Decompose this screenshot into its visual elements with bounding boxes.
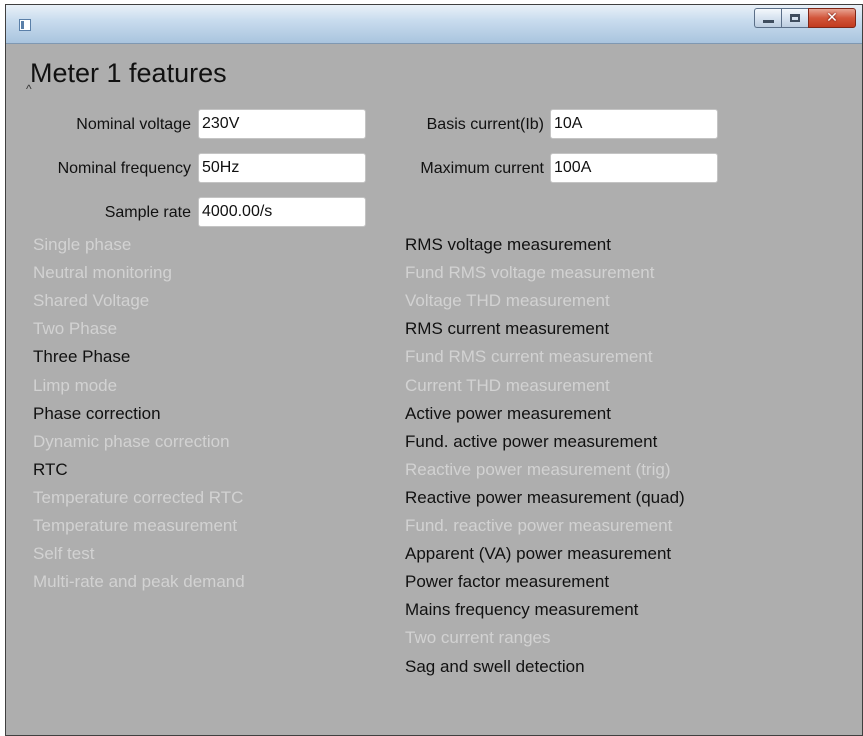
- feature-rms-voltage-measurement: RMS voltage measurement: [405, 235, 611, 254]
- page-title: Meter 1 features: [30, 58, 227, 88]
- feature-rtc: RTC: [33, 459, 68, 479]
- maximum-current-field[interactable]: [550, 153, 718, 183]
- basis-current-label: Basis current(Ib): [426, 116, 544, 133]
- caret-marker: ^: [26, 82, 32, 96]
- feature-temperature-corrected-rtc: Temperature corrected RTC: [33, 487, 244, 507]
- minimize-icon: [762, 20, 774, 23]
- feature-reactive-power-measurement-quad: Reactive power measurement (quad): [405, 487, 685, 507]
- close-button[interactable]: ✕: [808, 8, 856, 28]
- sample-rate-label: Sample rate: [104, 204, 191, 221]
- title-bar[interactable]: ✕: [6, 5, 862, 44]
- feature-limp-mode: Limp mode: [33, 375, 118, 395]
- feature-fund-rms-current-measurement: Fund RMS current measurement: [405, 347, 653, 367]
- feature-reactive-power-measurement-trig: Reactive power measurement (trig): [405, 459, 671, 479]
- feature-dynamic-phase-correction: Dynamic phase correction: [33, 431, 230, 451]
- feature-fund-active-power-measurement: Fund. active power measurement: [405, 431, 658, 451]
- minimize-button[interactable]: [754, 8, 781, 28]
- feature-mains-frequency-measurement: Mains frequency measurement: [405, 600, 639, 620]
- application-window: ✕ Meter 1 features ^ Nominal voltage Nom…: [5, 4, 863, 736]
- feature-single-phase: Single phase: [33, 235, 132, 254]
- maximize-button[interactable]: [781, 8, 808, 28]
- feature-active-power-measurement: Active power measurement: [405, 403, 611, 423]
- feature-fund-reactive-power-measurement: Fund. reactive power measurement: [405, 516, 673, 535]
- feature-current-thd-measurement: Current THD measurement: [405, 375, 610, 395]
- sample-rate-field[interactable]: [198, 197, 366, 227]
- feature-sag-and-swell-detection: Sag and swell detection: [405, 656, 585, 676]
- nominal-frequency-field[interactable]: [198, 153, 366, 183]
- feature-power-factor-measurement: Power factor measurement: [405, 572, 610, 592]
- app-icon[interactable]: [19, 19, 31, 31]
- feature-rms-current-measurement: RMS current measurement: [405, 319, 610, 339]
- maximum-current-label: Maximum current: [420, 160, 544, 177]
- feature-two-phase: Two Phase: [33, 319, 118, 339]
- feature-self-test: Self test: [33, 544, 95, 564]
- maximize-icon: [790, 14, 800, 22]
- feature-neutral-monitoring: Neutral monitoring: [33, 263, 172, 283]
- feature-apparent-va-power-measurement: Apparent (VA) power measurement: [405, 544, 672, 564]
- feature-shared-voltage: Shared Voltage: [33, 291, 150, 311]
- feature-two-current-ranges: Two current ranges: [405, 628, 551, 648]
- nominal-voltage-label: Nominal voltage: [76, 116, 191, 133]
- basis-current-field[interactable]: [550, 109, 718, 139]
- nominal-frequency-label: Nominal frequency: [57, 160, 191, 177]
- feature-temperature-measurement: Temperature measurement: [33, 516, 238, 535]
- feature-multi-rate-and-peak-demand: Multi-rate and peak demand: [33, 572, 245, 592]
- feature-three-phase: Three Phase: [33, 347, 131, 367]
- close-icon: ✕: [826, 10, 838, 26]
- nominal-voltage-field[interactable]: [198, 109, 366, 139]
- feature-fund-rms-voltage-measurement: Fund RMS voltage measurement: [405, 263, 655, 283]
- feature-phase-correction: Phase correction: [33, 403, 161, 423]
- features-panel: Meter 1 features ^ Nominal voltage Nomin…: [6, 44, 862, 735]
- feature-voltage-thd-measurement: Voltage THD measurement: [405, 291, 610, 311]
- window-controls: ✕: [754, 8, 856, 30]
